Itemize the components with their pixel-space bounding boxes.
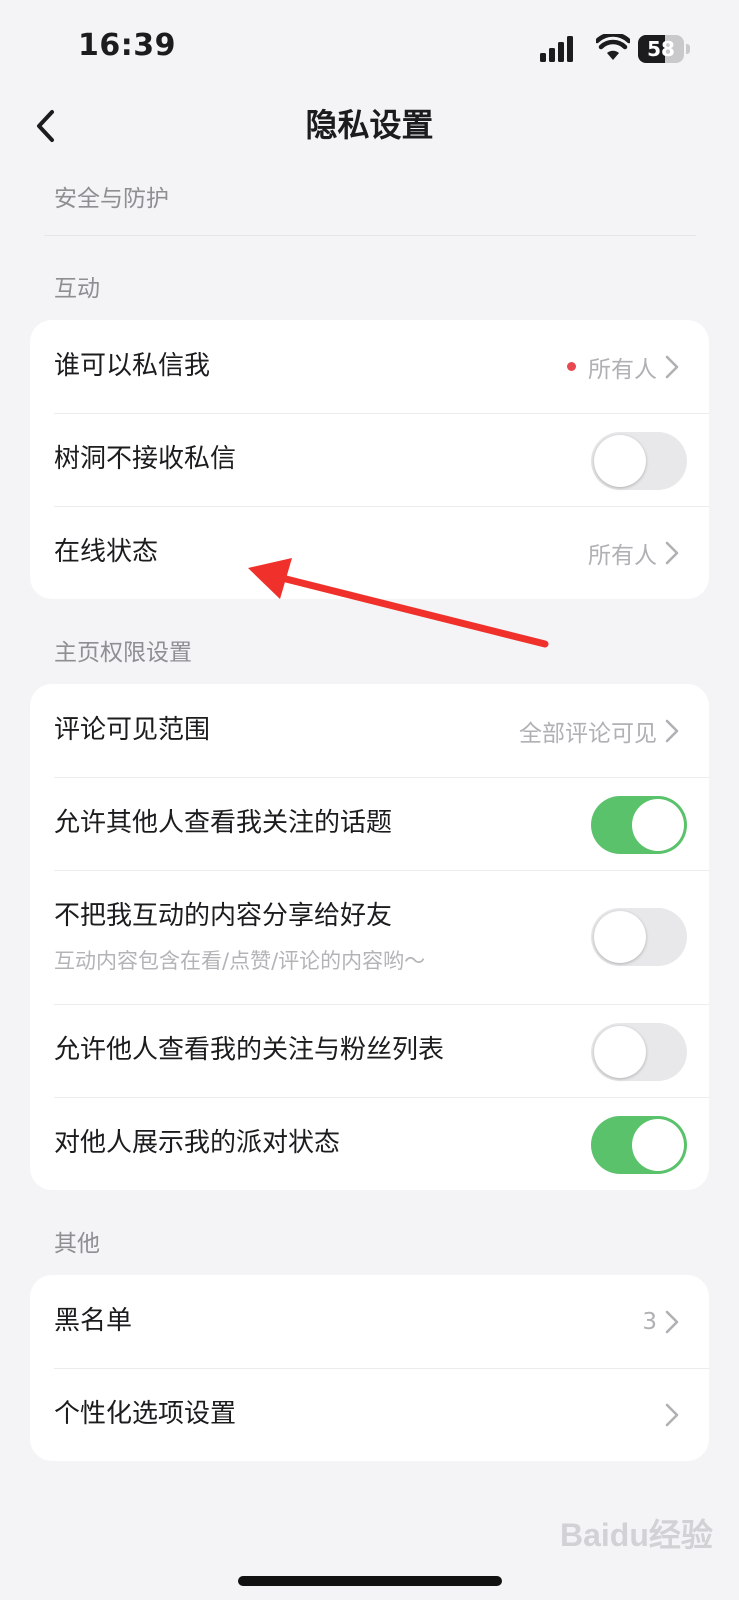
page-title: 隐私设置	[305, 106, 434, 144]
row-label: 不把我互动的内容分享给好友	[54, 901, 393, 931]
row-value: 全部评论可见	[519, 720, 657, 747]
chevron-right-icon	[665, 355, 679, 378]
interaction-card: 谁可以私信我 所有人 树洞不接收私信 在线状态 所有人	[30, 320, 709, 599]
row-treehole-no-messages: 树洞不接收私信	[30, 413, 709, 506]
battery-level: 58	[647, 37, 675, 61]
row-show-party-status: 对他人展示我的派对状态	[30, 1097, 709, 1190]
chevron-right-icon	[665, 541, 679, 564]
row-value: 所有人	[588, 542, 657, 569]
row-who-can-message[interactable]: 谁可以私信我 所有人	[30, 320, 709, 413]
toggle-switch[interactable]	[591, 1023, 687, 1081]
row-label: 对他人展示我的派对状态	[54, 1128, 341, 1158]
row-value: 所有人	[588, 356, 657, 383]
toggle-switch[interactable]	[591, 1116, 687, 1174]
new-dot-badge	[567, 362, 576, 371]
row-label: 个性化选项设置	[54, 1399, 237, 1429]
row-sublabel: 互动内容包含在看/点赞/评论的内容哟～	[54, 949, 426, 973]
section-title-interaction: 互动	[54, 276, 100, 302]
chevron-right-icon	[665, 719, 679, 742]
row-label: 评论可见范围	[54, 715, 211, 745]
row-label: 允许他人查看我的关注与粉丝列表	[54, 1035, 445, 1065]
row-no-share-interactions: 不把我互动的内容分享给好友 互动内容包含在看/点赞/评论的内容哟～	[30, 870, 709, 1004]
battery-icon: 58	[638, 35, 690, 63]
toggle-switch[interactable]	[591, 796, 687, 854]
status-bar: 16:39 58	[0, 0, 739, 90]
row-label: 允许其他人查看我关注的话题	[54, 808, 393, 838]
row-label: 在线状态	[54, 537, 159, 567]
row-value: 3	[642, 1308, 657, 1335]
section-title-security[interactable]: 安全与防护	[54, 184, 169, 214]
row-view-followed-topics: 允许其他人查看我关注的话题	[30, 777, 709, 870]
divider	[44, 235, 696, 236]
row-label: 树洞不接收私信	[54, 444, 237, 474]
status-time: 16:39	[78, 28, 176, 63]
chevron-right-icon	[665, 1403, 679, 1426]
other-card: 黑名单 3 个性化选项设置	[30, 1275, 709, 1461]
chevron-right-icon	[665, 1310, 679, 1333]
section-title-other: 其他	[54, 1231, 100, 1257]
toggle-switch[interactable]	[591, 908, 687, 966]
row-blacklist[interactable]: 黑名单 3	[30, 1275, 709, 1368]
section-title-homepage: 主页权限设置	[54, 640, 192, 666]
row-label: 黑名单	[54, 1306, 133, 1336]
row-label: 谁可以私信我	[54, 351, 211, 381]
toggle-switch[interactable]	[591, 432, 687, 490]
row-view-follow-fan-list: 允许他人查看我的关注与粉丝列表	[30, 1004, 709, 1097]
cellular-signal-icon	[540, 36, 573, 62]
baidu-watermark: Baidu经验	[560, 1517, 713, 1553]
row-personalization-settings[interactable]: 个性化选项设置	[30, 1368, 709, 1461]
homepage-card: 评论可见范围 全部评论可见 允许其他人查看我关注的话题 不把我互动的内容分享给好…	[30, 684, 709, 1190]
row-comment-visibility[interactable]: 评论可见范围 全部评论可见	[30, 684, 709, 777]
row-online-status[interactable]: 在线状态 所有人	[30, 506, 709, 599]
wifi-icon	[596, 34, 630, 60]
home-indicator[interactable]	[238, 1576, 502, 1586]
